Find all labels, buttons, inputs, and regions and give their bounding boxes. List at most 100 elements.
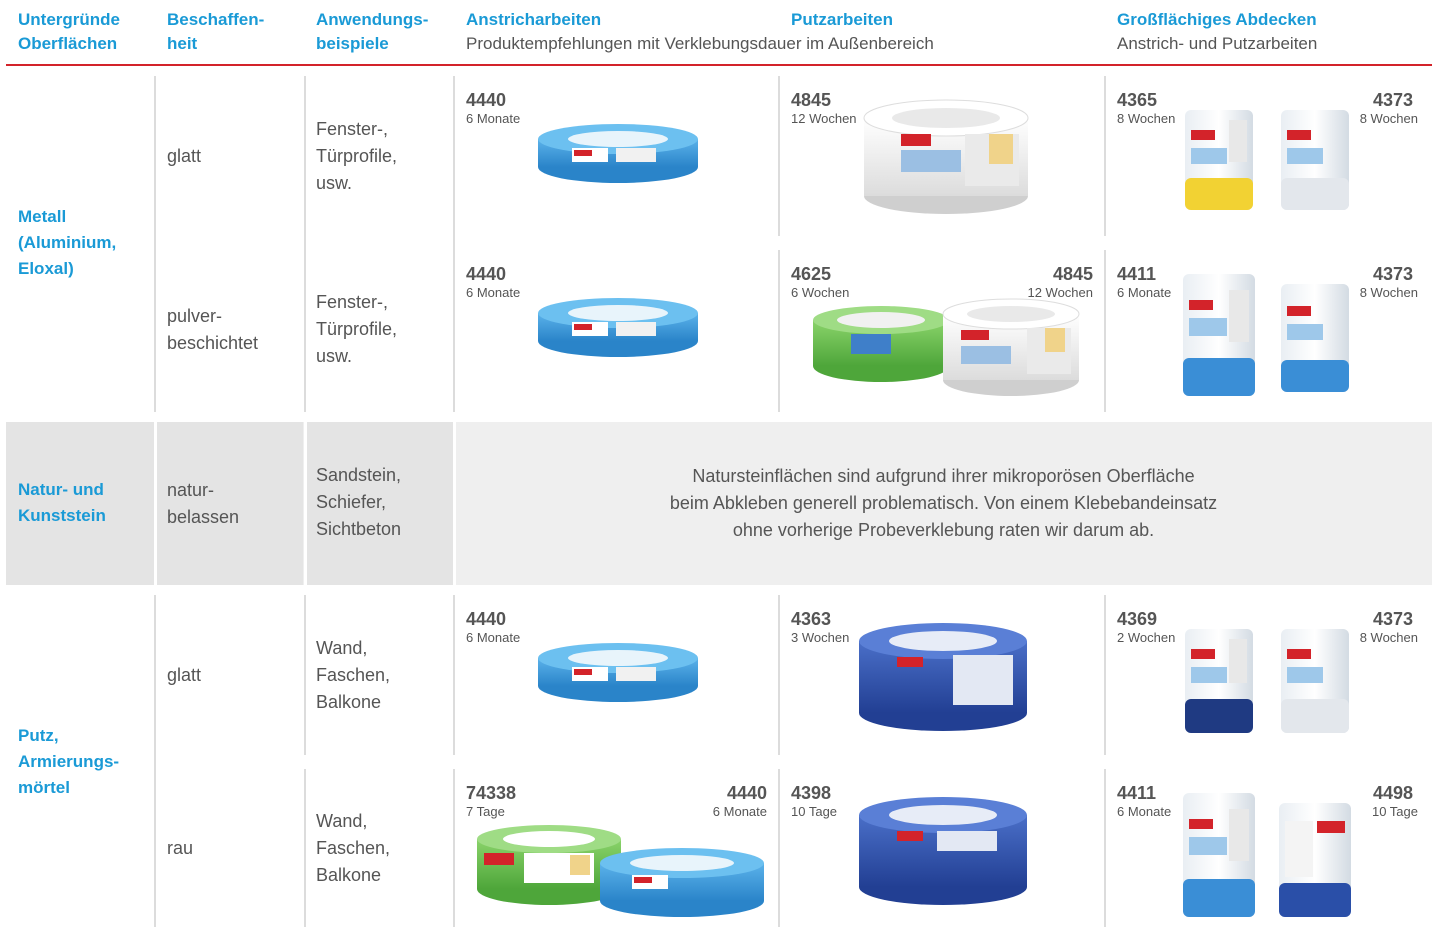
- product-code: 4625: [791, 264, 832, 284]
- product-code: 4440: [466, 264, 507, 284]
- product-code: 4398: [791, 783, 832, 803]
- product-duration: 7 Tage: [466, 804, 505, 819]
- product-duration: 6 Monate: [466, 630, 521, 645]
- product-cell: 4440 6 Monate: [466, 264, 772, 404]
- product-duration: 8 Wochen: [1117, 111, 1176, 126]
- product-code: 4373: [1372, 609, 1413, 629]
- product-cell: 4369 2 Wochen 4373 8 Wochen: [1117, 609, 1423, 749]
- divider: [453, 76, 455, 412]
- product-cell: 4411 6 Monate 4498 10 Tage: [1117, 783, 1423, 923]
- product-duration: 6 Monate: [1117, 285, 1172, 300]
- white-cover-film-icon: [1281, 110, 1349, 210]
- header-col-plaster: Putzarbeiten: [791, 10, 894, 29]
- surface-label: glatt: [167, 665, 202, 685]
- blue-tape-roll-icon: [600, 848, 764, 917]
- navy-tape-roll-icon: [859, 623, 1027, 731]
- product-code: 4373: [1372, 264, 1413, 284]
- divider: [1104, 76, 1106, 236]
- product-duration: 3 Wochen: [791, 630, 850, 645]
- divider: [1104, 769, 1106, 927]
- divider: [778, 769, 780, 927]
- application-label: Fenster-, Türprofile, usw.: [316, 119, 398, 193]
- material-stone: Natur- und Kunststein: [18, 480, 106, 525]
- navy-tape-roll-icon: [859, 797, 1027, 905]
- white-cover-film-icon: [1281, 629, 1349, 733]
- white-tape-roll-icon: [942, 298, 1080, 396]
- product-code: 4845: [1052, 264, 1093, 284]
- divider: [453, 595, 455, 755]
- surface-label: pulver- beschichtet: [167, 306, 259, 353]
- product-code: 4369: [1117, 609, 1158, 629]
- divider: [778, 76, 780, 236]
- navy-cover-film-icon: [1185, 629, 1253, 733]
- blue-cover-film-icon: [1281, 284, 1349, 392]
- divider: [304, 422, 307, 585]
- product-duration: 8 Wochen: [1359, 285, 1418, 300]
- product-code: 4440: [466, 90, 507, 110]
- product-cell: 4440 6 Monate: [466, 609, 772, 749]
- yellow-cover-film-icon: [1185, 110, 1253, 210]
- material-plaster: Putz, Armierungs- mörtel: [18, 726, 120, 797]
- surface-label: natur- belassen: [167, 480, 240, 527]
- stone-warning-note: Natursteinflächen sind aufgrund ihrer mi…: [669, 466, 1218, 540]
- white-tape-roll-icon: [863, 99, 1029, 214]
- divider: [154, 76, 156, 412]
- product-code: 4440: [466, 609, 507, 629]
- product-duration: 2 Wochen: [1117, 630, 1176, 645]
- divider: [154, 422, 157, 585]
- product-cell: 74338 7 Tage 4440 6 Monate: [466, 783, 772, 923]
- product-duration: 8 Wochen: [1359, 111, 1418, 126]
- divider: [778, 250, 780, 412]
- divider: [1104, 595, 1106, 755]
- product-code: 4440: [726, 783, 767, 803]
- blue-cover-film-icon: [1183, 274, 1255, 396]
- divider: [304, 595, 306, 755]
- blue-tape-roll-icon: [538, 298, 698, 357]
- navy-cover-film-icon: [1279, 803, 1351, 917]
- product-duration: 8 Wochen: [1359, 630, 1418, 645]
- application-label: Sandstein, Schiefer, Sichtbeton: [316, 465, 402, 539]
- surface-label: rau: [167, 838, 194, 858]
- product-code: 4498: [1372, 783, 1413, 803]
- header-col-examples: Anwendungs- beispiele: [316, 10, 429, 53]
- divider: [154, 595, 156, 927]
- product-code: 4363: [791, 609, 832, 629]
- application-label: Fenster-, Türprofile, usw.: [316, 292, 398, 366]
- product-cell: 4398 10 Tage: [791, 783, 1097, 923]
- header-col-surfaces: Untergründe Oberflächen: [18, 10, 120, 53]
- divider: [778, 595, 780, 755]
- product-cell: 4845 12 Wochen: [791, 90, 1097, 230]
- product-cell: 4625 6 Wochen 4845 12 Wochen: [791, 264, 1097, 404]
- divider: [453, 769, 455, 927]
- product-code: 4373: [1372, 90, 1413, 110]
- header-col-cover: Großflächiges Abdecken Anstrich- und Put…: [1117, 10, 1318, 53]
- divider: [304, 76, 306, 412]
- application-label: Wand, Faschen, Balkone: [316, 638, 391, 712]
- product-duration: 10 Tage: [791, 804, 838, 819]
- blue-tape-roll-icon: [538, 643, 698, 702]
- product-code: 4411: [1117, 783, 1157, 803]
- product-cell: 4365 8 Wochen 4373 8 Wochen: [1117, 90, 1423, 230]
- header-col-texture: Beschaffen- heit: [167, 10, 265, 53]
- application-label: Wand, Faschen, Balkone: [316, 811, 391, 885]
- product-duration: 6 Monate: [712, 804, 767, 819]
- product-code: 4411: [1117, 264, 1157, 284]
- surface-label: glatt: [167, 146, 202, 166]
- product-duration: 12 Wochen: [791, 111, 857, 126]
- product-cell: 4411 6 Monate 4373 8 Wochen: [1117, 264, 1423, 404]
- product-duration: 6 Monate: [466, 111, 521, 126]
- product-code: 4845: [791, 90, 832, 110]
- material-metal: Metall (Aluminium, Eloxal): [18, 207, 117, 278]
- product-duration: 6 Wochen: [791, 285, 850, 300]
- green-tape-roll-icon: [813, 306, 949, 382]
- product-cell: 4363 3 Wochen: [791, 609, 1097, 749]
- header-rule: [6, 64, 1432, 66]
- product-code: 4365: [1117, 90, 1158, 110]
- header-subtitle-products: Produktempfehlungen mit Verklebungsdauer…: [466, 34, 934, 53]
- divider: [304, 769, 306, 927]
- divider: [1104, 250, 1106, 412]
- product-code: 74338: [466, 783, 517, 803]
- blue-tape-roll-icon: [538, 124, 698, 183]
- blue-cover-film-icon: [1183, 793, 1255, 917]
- product-cell: 4440 6 Monate: [466, 90, 772, 230]
